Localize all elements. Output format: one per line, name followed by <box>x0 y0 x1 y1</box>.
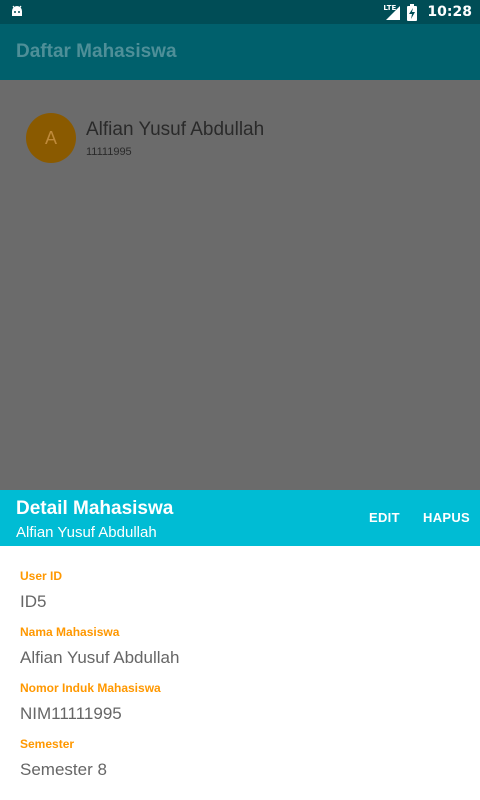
field-label-name: Nama Mahasiswa <box>20 625 120 639</box>
detail-sheet-header: Detail Mahasiswa Alfian Yusuf Abdullah E… <box>0 490 480 546</box>
detail-title: Detail Mahasiswa <box>16 498 174 519</box>
list-item-nim: 11111995 <box>86 146 132 158</box>
avatar: A <box>26 113 76 163</box>
field-label-user-id: User ID <box>20 569 63 583</box>
app-toolbar: Daftar Mahasiswa <box>0 24 480 80</box>
scrim-overlay[interactable]: A Alfian Yusuf Abdullah 11111995 <box>0 80 480 490</box>
detail-sheet-body: User ID ID5 Nama Mahasiswa Alfian Yusuf … <box>0 546 480 800</box>
field-value-user-id: ID5 <box>20 592 47 611</box>
field-value-semester: Semester 8 <box>20 760 107 779</box>
field-value-name: Alfian Yusuf Abdullah <box>20 648 180 667</box>
edit-button[interactable]: EDIT <box>369 510 400 525</box>
field-label-nim: Nomor Induk Mahasiswa <box>20 681 161 695</box>
android-debug-icon <box>12 5 22 16</box>
list-item[interactable]: A Alfian Yusuf Abdullah 11111995 <box>0 106 480 170</box>
detail-subtitle: Alfian Yusuf Abdullah <box>16 524 157 541</box>
lte-signal-icon: LTE <box>383 3 401 21</box>
page-title: Daftar Mahasiswa <box>16 41 177 62</box>
field-value-nim: NIM11111995 <box>20 704 122 723</box>
list-item-name: Alfian Yusuf Abdullah <box>86 119 265 140</box>
field-label-semester: Semester <box>20 737 75 751</box>
battery-charging-icon <box>407 3 418 21</box>
status-bar: LTE 10:28 <box>0 0 480 24</box>
clock: 10:28 <box>427 4 472 20</box>
delete-button[interactable]: HAPUS <box>423 510 470 525</box>
